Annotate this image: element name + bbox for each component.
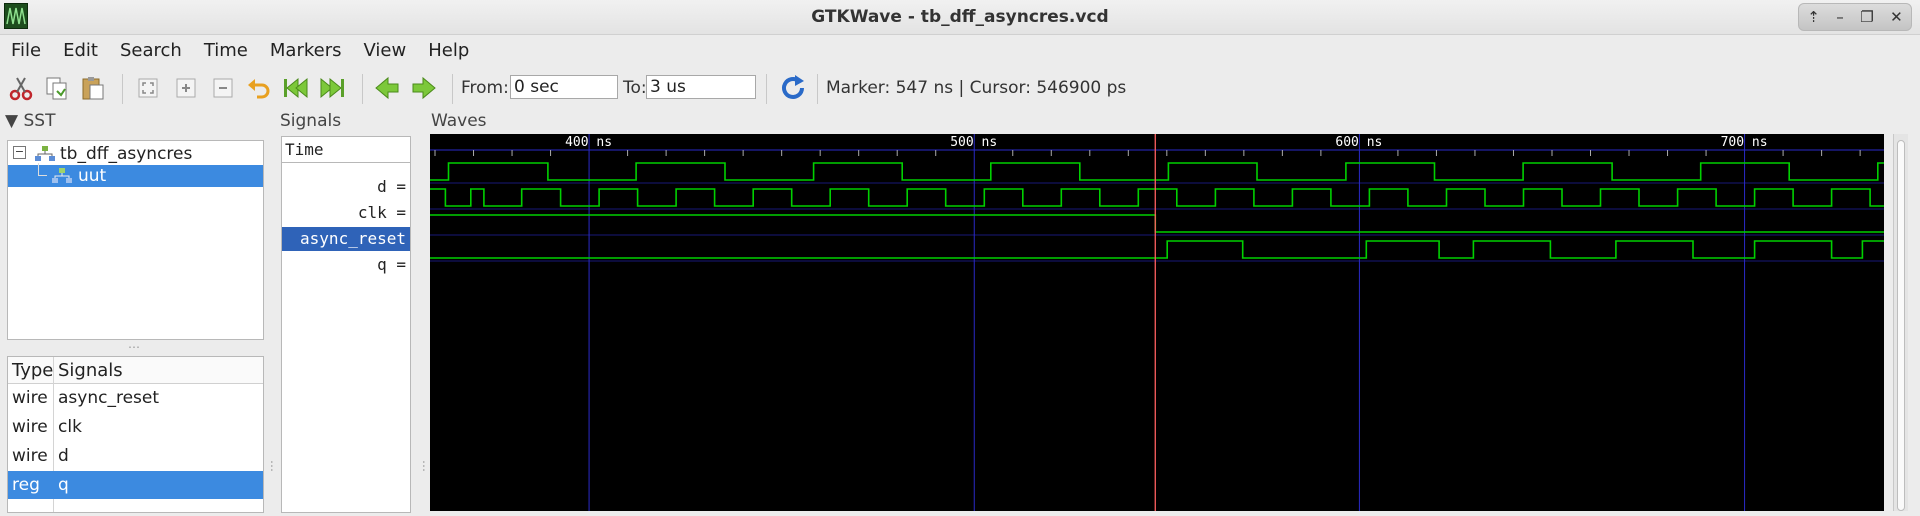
tree-item-tb-dff-asyncres[interactable]: − tb_dff_asyncres bbox=[8, 143, 263, 165]
from-label: From: bbox=[461, 78, 509, 98]
signal-name: d bbox=[58, 446, 69, 466]
window-controls: ⇡ – ❐ ✕ bbox=[1798, 3, 1912, 31]
signals-list: Time d = clk = async_reset = q = bbox=[281, 136, 411, 513]
signals-pane-title: Signals bbox=[280, 111, 342, 131]
signal-name: clk bbox=[58, 417, 82, 437]
zoom-start-icon[interactable] bbox=[282, 75, 308, 101]
signal-row-clk[interactable]: clk = bbox=[282, 201, 410, 225]
tree-item-label: tb_dff_asyncres bbox=[60, 144, 193, 164]
prev-edge-icon[interactable] bbox=[374, 75, 400, 101]
paste-icon[interactable] bbox=[80, 75, 106, 101]
tree-item-uut[interactable]: uut bbox=[8, 163, 263, 187]
pane-resize-grip[interactable]: ⋯ bbox=[265, 460, 279, 472]
copy-icon[interactable] bbox=[44, 75, 70, 101]
toolbar-separator bbox=[362, 74, 363, 104]
zoom-end-icon[interactable] bbox=[320, 75, 346, 101]
waveform-d bbox=[430, 162, 1884, 181]
menu-edit[interactable]: Edit bbox=[52, 40, 109, 61]
table-row[interactable]: wire d bbox=[8, 442, 263, 470]
time-tick-label: 600 ns bbox=[1335, 135, 1382, 150]
toolbar-separator bbox=[122, 74, 123, 104]
close-button[interactable]: ✕ bbox=[1890, 8, 1903, 26]
signal-row-q[interactable]: q = bbox=[282, 253, 410, 277]
waveform-async-reset bbox=[430, 214, 1884, 233]
column-header-type[interactable]: Type bbox=[12, 360, 53, 381]
zoom-fit-icon[interactable] bbox=[135, 75, 161, 101]
signal-name: async_reset bbox=[58, 388, 160, 408]
sst-title: SST bbox=[23, 111, 56, 131]
waveform-viewer[interactable]: 400 ns 500 ns 600 ns 700 ns bbox=[430, 134, 1884, 511]
table-header: Type Signals bbox=[8, 357, 263, 384]
tree-item-label: uut bbox=[78, 166, 107, 186]
signal-row-async-reset[interactable]: async_reset = bbox=[282, 227, 410, 272]
zoom-in-icon[interactable] bbox=[173, 75, 199, 101]
scrollbar-thumb[interactable] bbox=[1897, 140, 1905, 511]
waveform-clk bbox=[430, 188, 1884, 207]
module-icon bbox=[52, 168, 72, 183]
minimize-button[interactable]: – bbox=[1836, 8, 1844, 26]
menu-time[interactable]: Time bbox=[193, 40, 259, 61]
signal-type: wire bbox=[12, 388, 48, 408]
title-bar: GTKWave - tb_dff_asyncres.vcd ⇡ – ❐ ✕ bbox=[0, 0, 1920, 35]
menu-search[interactable]: Search bbox=[109, 40, 193, 61]
to-label: To: bbox=[623, 78, 647, 98]
menu-bar: File Edit Search Time Markers View Help bbox=[0, 34, 1920, 66]
marker-cursor-status: Marker: 547 ns | Cursor: 546900 ps bbox=[826, 78, 1127, 98]
time-header: Time bbox=[282, 137, 410, 163]
signal-row-d[interactable]: d = bbox=[282, 175, 410, 199]
to-time-input[interactable] bbox=[646, 75, 756, 99]
waveform-q bbox=[430, 240, 1884, 259]
sst-signal-table: Type Signals wire async_reset wire clk w… bbox=[7, 356, 264, 513]
toolbar-separator bbox=[817, 74, 818, 104]
signal-type: wire bbox=[12, 417, 48, 437]
signal-name: q bbox=[58, 475, 69, 495]
menu-help[interactable]: Help bbox=[417, 40, 480, 61]
signal-type: reg bbox=[12, 475, 40, 495]
next-edge-icon[interactable] bbox=[411, 75, 437, 101]
tree-connector bbox=[38, 163, 47, 176]
time-tick-label: 500 ns bbox=[950, 135, 997, 150]
toolbar-separator bbox=[766, 74, 767, 104]
waveform-canvas[interactable]: 400 ns 500 ns 600 ns 700 ns bbox=[430, 134, 1884, 511]
time-tick-label: 400 ns bbox=[565, 135, 612, 150]
menu-file[interactable]: File bbox=[0, 40, 52, 61]
undo-zoom-icon[interactable] bbox=[246, 75, 272, 101]
table-row[interactable]: wire clk bbox=[8, 413, 263, 441]
waves-pane-title: Waves bbox=[431, 111, 487, 131]
toolbar: From: To: Marker: 547 ns | Cursor: 54690… bbox=[0, 66, 1920, 110]
vertical-scrollbar[interactable] bbox=[1893, 134, 1908, 511]
pane-resize-grip[interactable]: ⋯ bbox=[417, 460, 431, 472]
menu-view[interactable]: View bbox=[353, 40, 418, 61]
zoom-out-icon[interactable] bbox=[210, 75, 236, 101]
window-up-button[interactable]: ⇡ bbox=[1807, 8, 1820, 26]
module-icon bbox=[35, 146, 55, 161]
maximize-button[interactable]: ❐ bbox=[1860, 8, 1873, 26]
cut-icon[interactable] bbox=[8, 75, 34, 101]
time-tick-label: 700 ns bbox=[1721, 135, 1768, 150]
toolbar-separator bbox=[452, 74, 453, 104]
collapse-toggle-icon[interactable]: − bbox=[13, 146, 26, 159]
sst-hierarchy-tree: − tb_dff_asyncres uut bbox=[7, 140, 264, 340]
reload-icon[interactable] bbox=[778, 73, 808, 103]
table-row-selected[interactable]: reg q bbox=[8, 471, 263, 499]
column-header-signals[interactable]: Signals bbox=[58, 360, 123, 381]
from-time-input[interactable] bbox=[510, 75, 618, 99]
pane-resize-grip[interactable]: ⋯ bbox=[128, 340, 140, 354]
signal-type: wire bbox=[12, 446, 48, 466]
menu-markers[interactable]: Markers bbox=[259, 40, 353, 61]
table-row[interactable]: wire async_reset bbox=[8, 384, 263, 412]
window-title: GTKWave - tb_dff_asyncres.vcd bbox=[811, 7, 1109, 27]
collapse-triangle-icon: ▼ bbox=[5, 111, 19, 131]
sst-header[interactable]: ▼ SST bbox=[5, 111, 55, 131]
